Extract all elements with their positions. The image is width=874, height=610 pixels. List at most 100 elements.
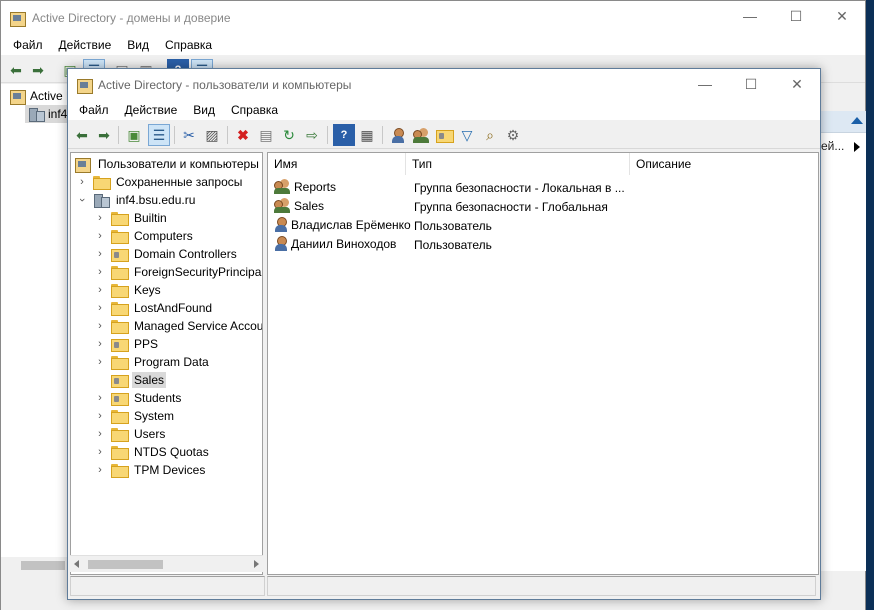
new-user-icon[interactable] [387, 124, 409, 146]
delete-icon[interactable]: ✖ [232, 124, 254, 146]
chevron-right-icon[interactable]: › [95, 428, 105, 440]
paste-icon[interactable]: ▨ [201, 124, 223, 146]
close-icon[interactable]: ✕ [819, 1, 865, 31]
chevron-right-icon[interactable]: › [77, 176, 87, 188]
add-member-icon[interactable]: ⚙ [502, 124, 524, 146]
forward-icon[interactable]: ➡ [27, 59, 49, 81]
close-icon[interactable]: ✕ [774, 69, 820, 99]
back-icon[interactable]: ⬅ [5, 59, 27, 81]
menu-file[interactable]: Файл [71, 100, 117, 120]
folder-icon [111, 446, 129, 460]
tree-item[interactable]: › Keys [95, 281, 163, 299]
background-title-bar[interactable]: Active Directory - домены и доверие — ☐ … [1, 1, 865, 35]
column-header-name[interactable]: Имя [268, 153, 406, 175]
tree-item[interactable]: › Domain Controllers [95, 245, 239, 263]
domain-icon [93, 193, 110, 208]
tree-item[interactable]: › System [95, 407, 176, 425]
column-header-description[interactable]: Описание [630, 153, 818, 175]
tree-item[interactable]: › Builtin [95, 209, 169, 227]
tree-item[interactable]: › LostAndFound [95, 299, 214, 317]
tree-item-saved-queries[interactable]: › Сохраненные запросы [77, 173, 244, 191]
scroll-thumb[interactable] [88, 560, 163, 569]
refresh-icon[interactable]: ↻ [278, 124, 300, 146]
list-item[interactable]: Reports Группа безопасности - Локальная в… [268, 177, 818, 196]
new-ou-icon[interactable] [433, 124, 455, 146]
menu-file[interactable]: Файл [5, 35, 51, 55]
background-tree-domain[interactable]: inf4 [25, 105, 71, 123]
ou-icon [111, 248, 129, 262]
chevron-right-icon[interactable]: › [95, 320, 105, 332]
chevron-right-icon[interactable]: › [95, 338, 105, 350]
list-item[interactable]: Владислав Ерёменко Пользователь [268, 215, 818, 234]
chevron-right-icon[interactable]: › [95, 302, 105, 314]
forward-icon[interactable]: ➡ [93, 124, 115, 146]
maximize-icon[interactable]: ☐ [773, 1, 819, 31]
chevron-right-icon[interactable]: › [95, 410, 105, 422]
background-window-title: Active Directory - домены и доверие [32, 11, 231, 25]
chevron-right-icon[interactable]: › [95, 266, 105, 278]
tree-item[interactable]: › Managed Service Accounts [95, 317, 262, 335]
chevron-right-icon[interactable]: › [95, 230, 105, 242]
title-bar[interactable]: Active Directory - пользователи и компью… [68, 69, 820, 100]
chevron-right-icon[interactable]: › [95, 212, 105, 224]
tree-item-label: Sales [132, 372, 167, 388]
chevron-right-icon[interactable]: › [95, 464, 105, 476]
tree-item[interactable]: › TPM Devices [95, 461, 207, 479]
background-tree-root[interactable]: Active D [10, 87, 75, 105]
tree-item[interactable]: › PPS [95, 335, 160, 353]
back-icon[interactable]: ⬅ [71, 124, 93, 146]
actions-more-label[interactable]: ей... [821, 139, 844, 153]
help-icon[interactable]: ? [333, 124, 355, 146]
filter-icon[interactable]: ▽ [456, 124, 478, 146]
main-window[interactable]: Active Directory - пользователи и компью… [67, 68, 821, 600]
menu-help[interactable]: Справка [157, 35, 220, 55]
show-tree-icon[interactable]: ☰ [148, 124, 170, 146]
tree-item[interactable]: › NTDS Quotas [95, 443, 211, 461]
tree-item-label: Students [134, 391, 182, 405]
show-console-icon[interactable]: ▦ [356, 124, 378, 146]
chevron-right-icon[interactable]: › [95, 284, 105, 296]
folder-icon [111, 464, 129, 478]
tree-root[interactable]: Пользователи и компьютеры Active Directo… [75, 155, 262, 173]
chevron-right-icon[interactable]: › [95, 392, 105, 404]
background-tree-scrollbar[interactable] [1, 557, 71, 574]
menu-action[interactable]: Действие [117, 100, 186, 120]
up-folder-icon[interactable]: ▣ [123, 124, 145, 146]
cut-icon[interactable]: ✂ [178, 124, 200, 146]
properties-icon[interactable]: ▤ [255, 124, 277, 146]
menu-view[interactable]: Вид [185, 100, 223, 120]
actions-header[interactable] [821, 111, 866, 133]
tree-item[interactable]: › Users [95, 425, 167, 443]
collapse-icon[interactable] [851, 117, 863, 124]
submenu-arrow-icon[interactable] [854, 142, 860, 152]
tree-item[interactable]: › Computers [95, 227, 195, 245]
new-group-icon[interactable] [410, 124, 432, 146]
menu-help[interactable]: Справка [223, 100, 286, 120]
menu-action[interactable]: Действие [51, 35, 120, 55]
tree-item[interactable]: › Program Data [95, 353, 211, 371]
column-header-type[interactable]: Тип [406, 153, 630, 175]
list-item[interactable]: Sales Группа безопасности - Глобальная [268, 196, 818, 215]
minimize-icon[interactable]: — [682, 69, 728, 99]
tree-item-domain[interactable]: › inf4.bsu.edu.ru [76, 191, 197, 209]
chevron-right-icon[interactable]: › [95, 446, 105, 458]
group-icon [274, 179, 291, 194]
list-pane[interactable]: Имя Тип Описание Reports Группа безопасно… [267, 152, 819, 575]
chevron-down-icon[interactable]: › [76, 195, 88, 205]
find-icon[interactable]: ⌕ [479, 124, 501, 146]
scroll-left-icon[interactable] [74, 560, 79, 568]
chevron-right-icon[interactable]: › [95, 248, 105, 260]
menu-view[interactable]: Вид [119, 35, 157, 55]
tree-horizontal-scrollbar[interactable] [70, 555, 263, 572]
tree-item[interactable]: › ForeignSecurityPrincipals [95, 263, 262, 281]
list-item[interactable]: Даниил Виноходов Пользователь [268, 234, 818, 253]
export-icon[interactable]: ⇨ [301, 124, 323, 146]
tree-pane[interactable]: Пользователи и компьютеры Active Directo… [70, 152, 263, 575]
status-bar [70, 576, 818, 598]
maximize-icon[interactable]: ☐ [728, 69, 774, 99]
chevron-right-icon[interactable]: › [95, 356, 105, 368]
tree-item[interactable]: › Students [95, 389, 183, 407]
scroll-right-icon[interactable] [254, 560, 259, 568]
tree-item[interactable]: Sales [95, 371, 167, 389]
minimize-icon[interactable]: — [727, 1, 773, 31]
